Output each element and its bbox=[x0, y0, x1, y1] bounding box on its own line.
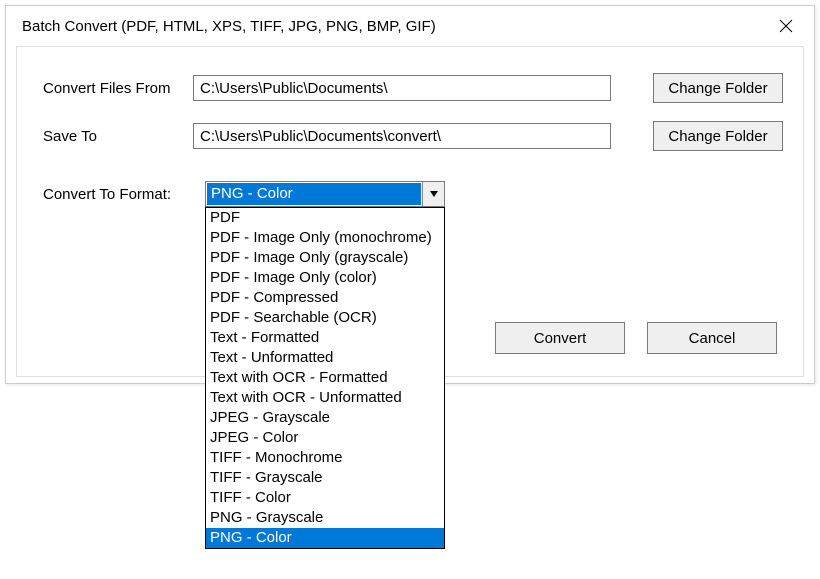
cancel-button[interactable]: Cancel bbox=[647, 322, 777, 354]
format-dropdown[interactable]: PDFPDF - Image Only (monochrome)PDF - Im… bbox=[205, 207, 445, 549]
format-option[interactable]: JPEG - Grayscale bbox=[206, 408, 444, 428]
combo-arrow-button[interactable] bbox=[422, 182, 444, 206]
format-option[interactable]: TIFF - Color bbox=[206, 488, 444, 508]
format-option[interactable]: Text with OCR - Formatted bbox=[206, 368, 444, 388]
format-row: Convert To Format: PNG - Color PDFPDF - … bbox=[43, 181, 783, 207]
save-to-input[interactable] bbox=[193, 123, 611, 149]
convert-from-label: Convert Files From bbox=[43, 80, 193, 97]
format-option[interactable]: PNG - Color bbox=[206, 528, 444, 548]
format-option[interactable]: PNG - Grayscale bbox=[206, 508, 444, 528]
close-button[interactable] bbox=[770, 10, 802, 42]
format-option[interactable]: TIFF - Grayscale bbox=[206, 468, 444, 488]
dialog-content: Convert Files From Change Folder Save To… bbox=[16, 46, 804, 377]
save-to-row: Save To Change Folder bbox=[43, 121, 783, 151]
format-combo-wrap: PNG - Color PDFPDF - Image Only (monochr… bbox=[205, 181, 445, 207]
format-option[interactable]: PDF - Image Only (grayscale) bbox=[206, 248, 444, 268]
close-icon bbox=[779, 19, 793, 33]
format-option[interactable]: Text - Unformatted bbox=[206, 348, 444, 368]
convert-from-row: Convert Files From Change Folder bbox=[43, 73, 783, 103]
format-option[interactable]: JPEG - Color bbox=[206, 428, 444, 448]
convert-button[interactable]: Convert bbox=[495, 322, 625, 354]
format-combobox[interactable]: PNG - Color bbox=[205, 181, 445, 207]
titlebar: Batch Convert (PDF, HTML, XPS, TIFF, JPG… bbox=[6, 6, 814, 46]
window-title: Batch Convert (PDF, HTML, XPS, TIFF, JPG… bbox=[22, 18, 436, 35]
chevron-down-icon bbox=[430, 191, 438, 197]
format-option[interactable]: Text with OCR - Unformatted bbox=[206, 388, 444, 408]
format-label: Convert To Format: bbox=[43, 186, 205, 203]
format-option[interactable]: PDF - Searchable (OCR) bbox=[206, 308, 444, 328]
format-option[interactable]: TIFF - Monochrome bbox=[206, 448, 444, 468]
change-folder-from-button[interactable]: Change Folder bbox=[653, 73, 783, 103]
format-option[interactable]: PDF - Image Only (monochrome) bbox=[206, 228, 444, 248]
format-selected-value: PNG - Color bbox=[207, 183, 421, 205]
change-folder-to-button[interactable]: Change Folder bbox=[653, 121, 783, 151]
format-option[interactable]: Text - Formatted bbox=[206, 328, 444, 348]
batch-convert-dialog: Batch Convert (PDF, HTML, XPS, TIFF, JPG… bbox=[5, 5, 815, 384]
format-option[interactable]: PDF - Image Only (color) bbox=[206, 268, 444, 288]
convert-from-input[interactable] bbox=[193, 75, 611, 101]
format-option[interactable]: PDF bbox=[206, 208, 444, 228]
save-to-label: Save To bbox=[43, 128, 193, 145]
format-option[interactable]: PDF - Compressed bbox=[206, 288, 444, 308]
